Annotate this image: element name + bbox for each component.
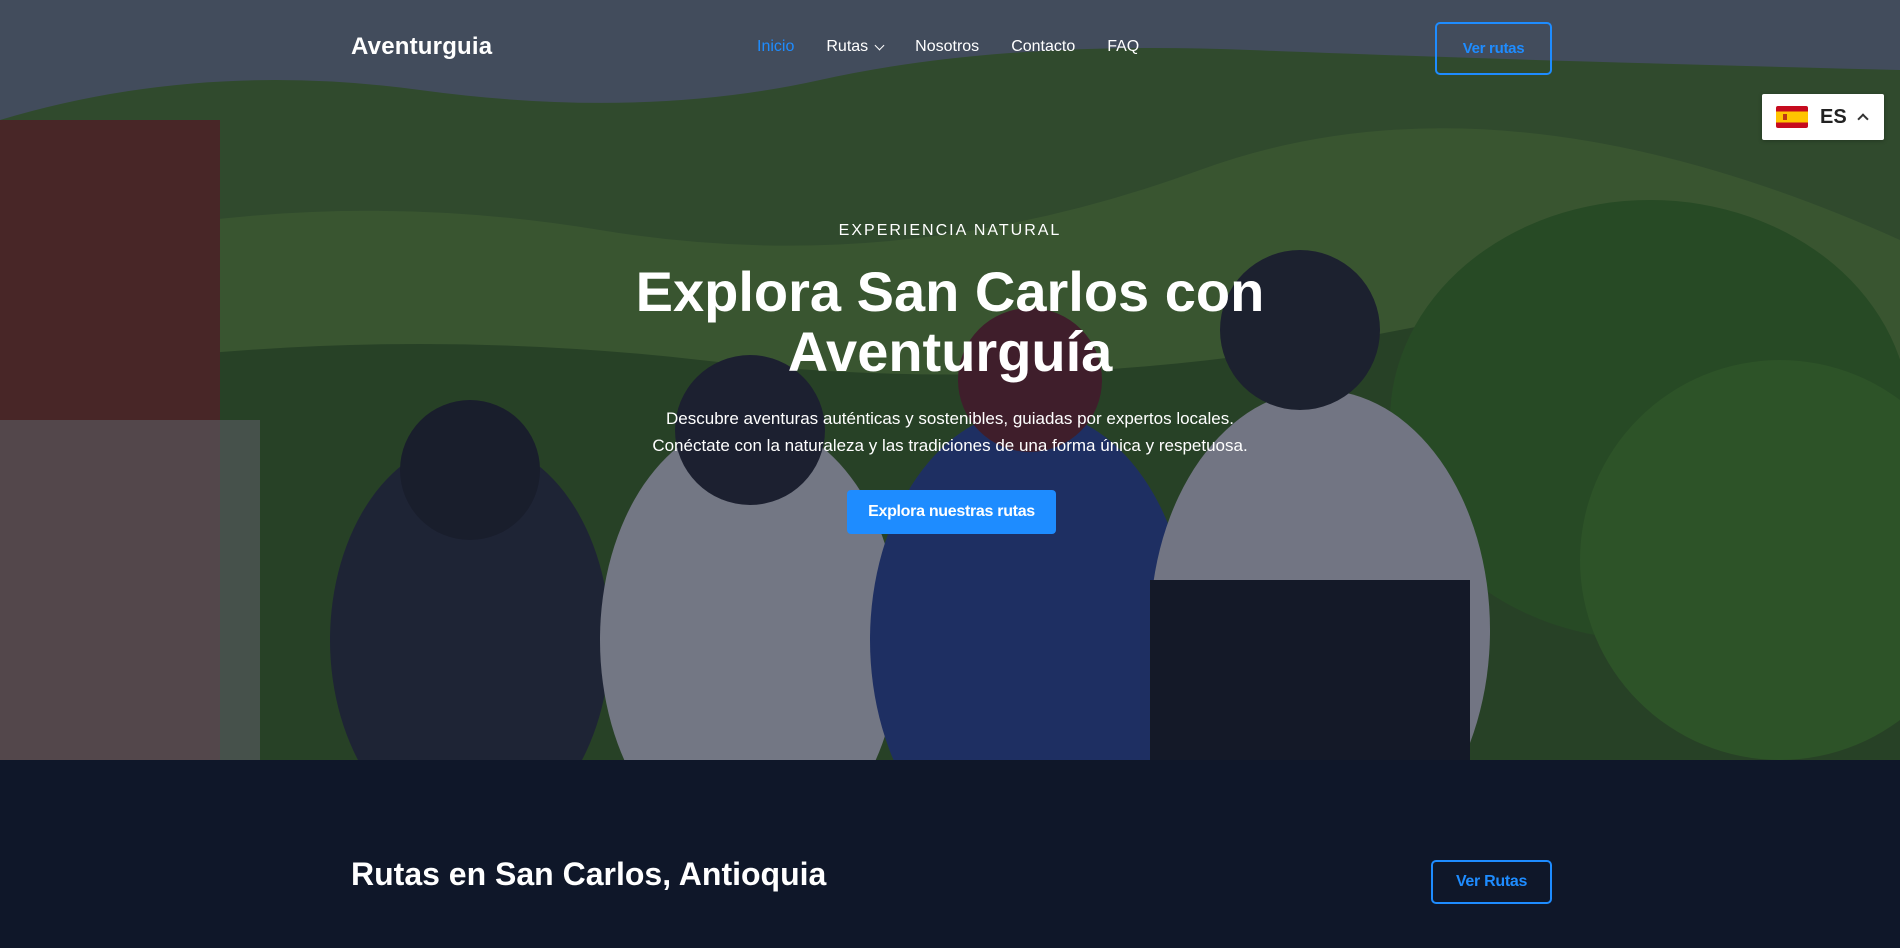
brand-logo[interactable]: Aventurguia xyxy=(351,33,492,61)
menu-item-rutas[interactable]: Rutas xyxy=(826,38,885,56)
menu-item-contacto[interactable]: Contacto xyxy=(1011,38,1075,56)
chevron-up-icon xyxy=(1857,113,1869,125)
hero-description-line-2: Conéctate con la naturaleza y las tradic… xyxy=(652,436,1248,455)
language-switcher[interactable]: ES xyxy=(1762,94,1884,140)
hero-eyebrow: EXPERIENCIA NATURAL xyxy=(838,222,1062,239)
ver-rutas-nav-button[interactable]: Ver rutas xyxy=(1435,22,1552,75)
menu-item-inicio[interactable]: Inicio xyxy=(757,38,794,56)
hero-description-line-1: Descubre aventuras auténticas y sostenib… xyxy=(666,409,1234,428)
top-navigation: Aventurguia Inicio Rutas Nosotros Contac… xyxy=(0,0,1900,98)
hero-section: Aventurguia Inicio Rutas Nosotros Contac… xyxy=(0,0,1900,760)
menu-item-nosotros[interactable]: Nosotros xyxy=(915,38,979,56)
hero-title: Explora San Carlos con Aventurguía xyxy=(635,260,1265,383)
spain-flag-icon xyxy=(1776,106,1808,128)
routes-section-title: Rutas en San Carlos, Antioquia xyxy=(351,856,827,892)
ver-rutas-section-button[interactable]: Ver Rutas xyxy=(1431,860,1552,904)
explore-routes-button[interactable]: Explora nuestras rutas xyxy=(847,490,1056,534)
language-code: ES xyxy=(1820,105,1847,128)
menu-item-faq[interactable]: FAQ xyxy=(1107,38,1139,56)
hero-description: Descubre aventuras auténticas y sostenib… xyxy=(550,405,1350,459)
main-menu: Inicio Rutas Nosotros Contacto FAQ xyxy=(757,38,1139,56)
menu-item-rutas-label: Rutas xyxy=(826,38,869,55)
chevron-down-icon xyxy=(874,40,885,50)
